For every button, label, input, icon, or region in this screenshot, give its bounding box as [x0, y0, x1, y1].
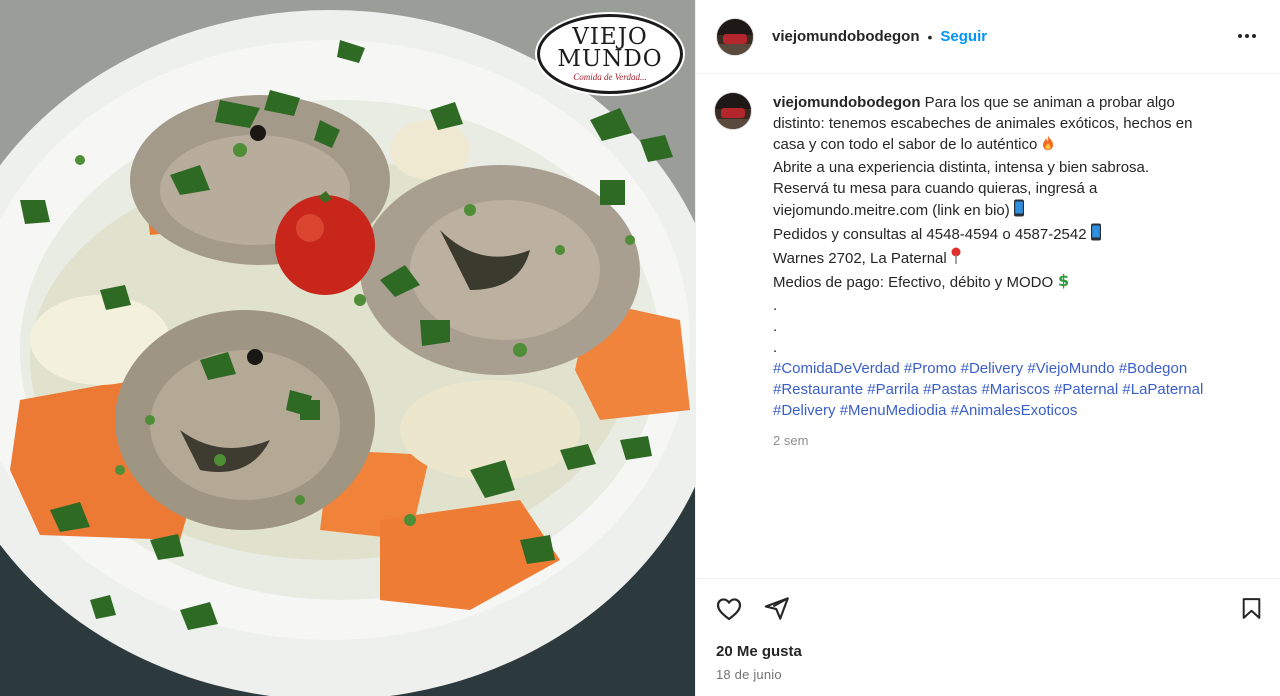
- caption-line: distinto: tenemos escabeches de animales…: [773, 115, 1193, 132]
- follow-button[interactable]: Seguir: [940, 28, 987, 45]
- hashtag-link[interactable]: #Bodegon: [1119, 360, 1187, 377]
- hashtag-link[interactable]: #Pastas: [923, 381, 977, 398]
- post-side-panel: viejomundobodegon • Seguir viejomundobod…: [695, 0, 1280, 696]
- post-photo[interactable]: VIEJO MUNDO Comida de Verdad...: [0, 0, 695, 696]
- hashtag-line: #Restaurante #Parrila #Pastas #Mariscos …: [773, 379, 1243, 400]
- phone-emoji-icon: [1013, 199, 1025, 223]
- caption-author-avatar[interactable]: [714, 92, 752, 130]
- post-date: 18 de junio: [716, 667, 782, 682]
- more-options-icon[interactable]: [1235, 24, 1259, 48]
- hashtag-link[interactable]: #ViejoMundo: [1027, 360, 1114, 377]
- author-avatar[interactable]: [716, 17, 754, 56]
- action-bar: [696, 578, 1280, 696]
- author-username[interactable]: viejomundobodegon: [772, 28, 920, 45]
- caption-username[interactable]: viejomundobodegon: [773, 94, 921, 111]
- restaurant-logo: VIEJO MUNDO Comida de Verdad...: [537, 14, 683, 94]
- hashtag-link[interactable]: #Promo: [904, 360, 957, 377]
- caption-line: Reservá tu mesa para cuando quieras, ing…: [773, 180, 1098, 197]
- hashtag-link[interactable]: #Parrila: [867, 381, 919, 398]
- caption-line: .: [773, 297, 778, 314]
- logo-line-2: MUNDO: [557, 46, 663, 72]
- likes-count[interactable]: 20 Me gusta: [716, 643, 802, 660]
- send-icon[interactable]: [763, 595, 790, 627]
- hashtag-link[interactable]: #Mariscos: [981, 381, 1049, 398]
- hashtags: #ComidaDeVerdad #Promo #Delivery #ViejoM…: [773, 358, 1243, 421]
- hashtag-link[interactable]: #Restaurante: [773, 381, 863, 398]
- hashtag-line: #ComidaDeVerdad #Promo #Delivery #ViejoM…: [773, 358, 1243, 379]
- hashtag-link[interactable]: #MenuMediodia: [840, 402, 947, 419]
- fire-emoji-icon: [1040, 134, 1056, 157]
- heart-icon[interactable]: [715, 595, 743, 628]
- caption-timestamp[interactable]: 2 sem: [773, 430, 1243, 451]
- hashtag-link[interactable]: #AnimalesExoticos: [951, 402, 1078, 419]
- hashtag-link[interactable]: #LaPaternal: [1122, 381, 1203, 398]
- hashtag-link[interactable]: #Delivery: [961, 360, 1024, 377]
- caption-line: Pedidos y consultas al 4548-4594 o 4587-…: [773, 223, 1243, 247]
- caption-line: viejomundo.meitre.com (link en bio): [773, 199, 1243, 223]
- money-emoji-icon: $: [1056, 271, 1070, 295]
- caption-line: casa y con todo el sabor de lo auténtico: [773, 134, 1243, 157]
- pin-emoji-icon: [950, 247, 962, 271]
- hashtag-line: #Delivery #MenuMediodia #AnimalesExotico…: [773, 400, 1243, 421]
- bookmark-icon[interactable]: [1239, 595, 1264, 627]
- food-image: [0, 0, 695, 696]
- caption-line: .: [773, 339, 778, 356]
- post-header: viejomundobodegon • Seguir: [696, 0, 1280, 74]
- caption-section: viejomundobodegon Para los que se animan…: [696, 74, 1280, 578]
- logo-line-1: VIEJO: [572, 24, 648, 50]
- hashtag-link[interactable]: #Paternal: [1054, 381, 1118, 398]
- caption-line: Abrite a una experiencia distinta, inten…: [773, 159, 1150, 176]
- caption-line: viejomundobodegon Para los que se animan…: [773, 94, 1175, 111]
- caption-line: Medios de pago: Efectivo, débito y MODO $: [773, 271, 1243, 295]
- svg-text:$: $: [1058, 271, 1069, 289]
- caption-line: Warnes 2702, La Paternal: [773, 247, 1243, 271]
- hashtag-link[interactable]: #ComidaDeVerdad: [773, 360, 900, 377]
- caption-line: .: [773, 318, 778, 335]
- hashtag-link[interactable]: #Delivery: [773, 402, 836, 419]
- logo-tagline: Comida de Verdad...: [573, 72, 647, 82]
- header-separator: •: [927, 28, 933, 45]
- caption-text: viejomundobodegon Para los que se animan…: [773, 92, 1243, 578]
- phone-emoji-icon: [1090, 223, 1102, 247]
